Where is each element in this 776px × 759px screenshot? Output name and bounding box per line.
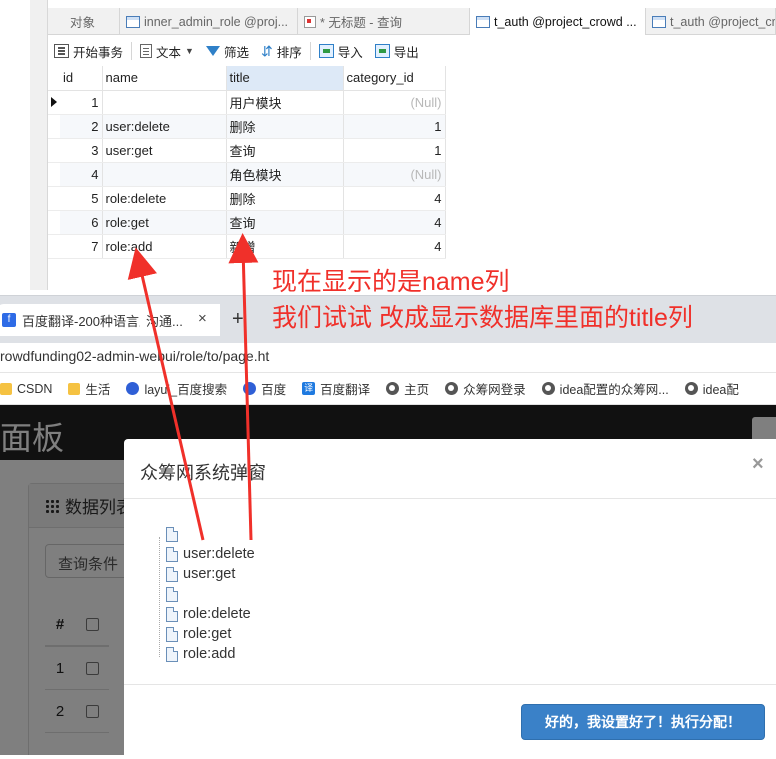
annotation-line-2: 我们试试 改成显示数据库里面的title列 [272, 304, 693, 332]
annotation-arrows [127, 233, 259, 541]
arrow-to-name-column [127, 247, 205, 541]
arrow-to-title-column [228, 233, 259, 541]
annotation-line-1: 现在显示的是name列 [272, 268, 510, 296]
